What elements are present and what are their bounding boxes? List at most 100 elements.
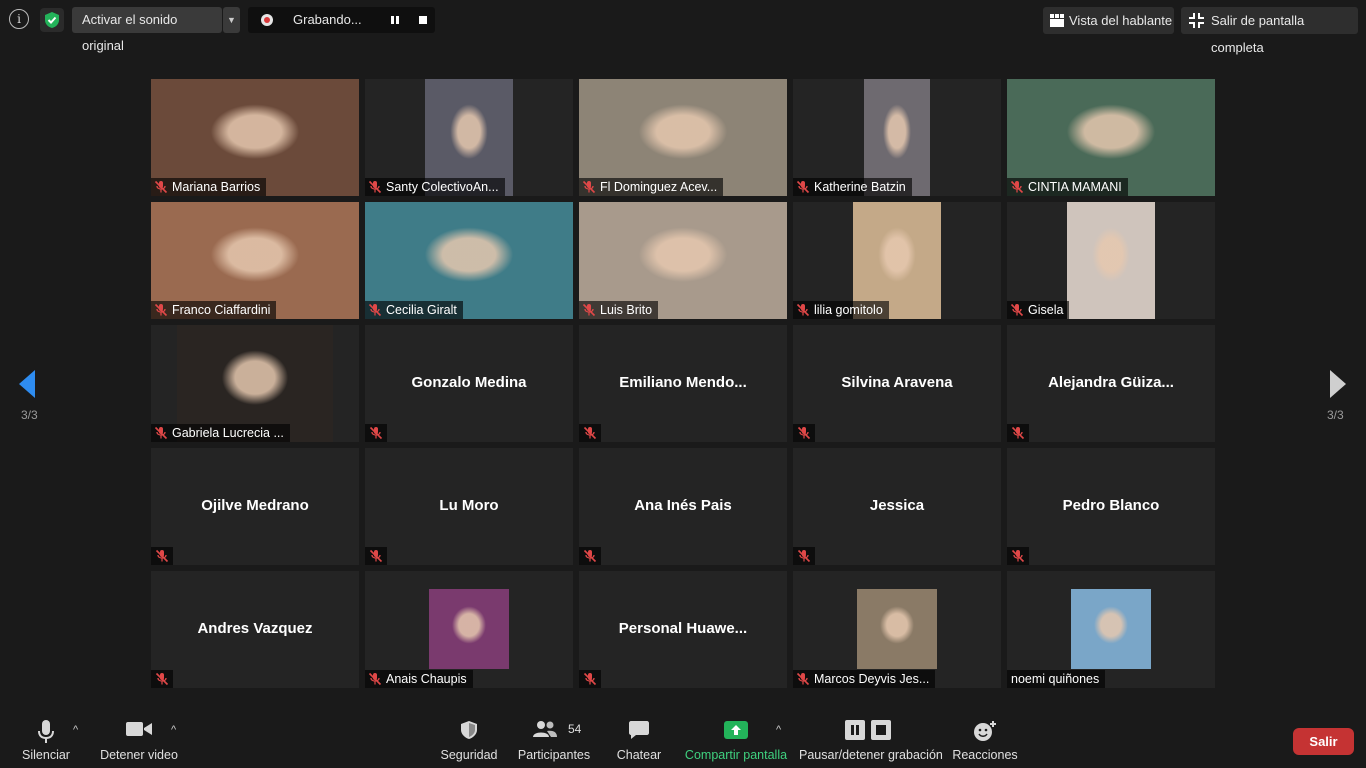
participant-tile[interactable]: Marcos Deyvis Jes... bbox=[793, 571, 1001, 688]
participant-nametag: Cecilia Giralt bbox=[365, 301, 463, 319]
participant-tile[interactable]: Katherine Batzin bbox=[793, 79, 1001, 196]
participant-tile[interactable]: Cecilia Giralt bbox=[365, 202, 573, 319]
participant-nametag: Santy ColectivoAn... bbox=[365, 178, 505, 196]
microphone-muted-icon bbox=[368, 672, 382, 686]
original-sound-button[interactable]: Activar el sonido original bbox=[72, 7, 222, 53]
participant-nametag: Franco Ciaffardini bbox=[151, 301, 277, 319]
participants-label: Participantes bbox=[517, 748, 591, 762]
participant-tile[interactable]: Gisela bbox=[1007, 202, 1215, 319]
chat-button[interactable]: Chatear bbox=[612, 712, 666, 768]
share-screen-label: Compartir pantalla bbox=[684, 748, 788, 762]
participant-tile[interactable]: Santy ColectivoAn... bbox=[365, 79, 573, 196]
participant-nametag: Katherine Batzin bbox=[793, 178, 912, 196]
participant-tile[interactable]: lilia gomitolo bbox=[793, 202, 1001, 319]
participant-name-label: Gabriela Lucrecia ... bbox=[172, 426, 284, 440]
participant-nametag: Gabriela Lucrecia ... bbox=[151, 424, 290, 442]
participant-tile[interactable]: Alejandra Güiza... bbox=[1007, 325, 1215, 442]
video-options-caret[interactable]: ^ bbox=[171, 724, 176, 736]
participant-tile[interactable]: Mariana Barrios bbox=[151, 79, 359, 196]
participant-nametag: Marcos Deyvis Jes... bbox=[793, 670, 936, 688]
participant-tile[interactable]: Fl Dominguez Acev... bbox=[579, 79, 787, 196]
participant-tile[interactable]: noemi quiñones bbox=[1007, 571, 1215, 688]
mute-button[interactable]: Silenciar bbox=[14, 712, 78, 768]
participant-name-label: Gisela bbox=[1028, 303, 1064, 317]
participant-tile[interactable]: Pedro Blanco bbox=[1007, 448, 1215, 565]
exit-fullscreen-label: Salir de pantalla completa bbox=[1211, 13, 1305, 55]
recording-dot-icon bbox=[261, 14, 273, 26]
speaker-view-button[interactable]: Vista del hablante bbox=[1043, 7, 1174, 34]
participant-video bbox=[857, 589, 937, 669]
participant-video bbox=[429, 589, 509, 669]
muted-indicator bbox=[1007, 547, 1029, 565]
microphone-muted-icon bbox=[1010, 180, 1024, 194]
participants-icon bbox=[532, 721, 557, 737]
participant-name-label: Marcos Deyvis Jes... bbox=[814, 672, 930, 686]
participant-tile[interactable]: Gabriela Lucrecia ... bbox=[151, 325, 359, 442]
participant-tile[interactable]: Emiliano Mendo... bbox=[579, 325, 787, 442]
info-icon[interactable]: i bbox=[9, 9, 29, 29]
microphone-muted-icon bbox=[583, 672, 597, 686]
microphone-muted-icon bbox=[796, 180, 810, 194]
participant-tile[interactable]: CINTIA MAMANI bbox=[1007, 79, 1215, 196]
microphone-muted-icon bbox=[368, 180, 382, 194]
reactions-button[interactable]: Reacciones bbox=[952, 712, 1018, 768]
page-indicator-right: 3/3 bbox=[1327, 408, 1344, 422]
share-screen-button[interactable]: Compartir pantalla bbox=[684, 712, 788, 768]
chevron-up-icon: ^ bbox=[776, 724, 782, 736]
next-page-arrow-icon[interactable] bbox=[1326, 368, 1348, 400]
participant-tile[interactable]: Ana Inés Pais bbox=[579, 448, 787, 565]
participant-nametag: Gisela bbox=[1007, 301, 1070, 319]
participant-nametag: Fl Dominguez Acev... bbox=[579, 178, 724, 196]
participant-tile[interactable]: Anais Chaupis bbox=[365, 571, 573, 688]
participant-nametag: Luis Brito bbox=[579, 301, 659, 319]
security-button[interactable]: Seguridad bbox=[439, 712, 499, 768]
microphone-muted-icon bbox=[583, 549, 597, 563]
pause-recording-button[interactable] bbox=[386, 11, 404, 29]
stop-video-button[interactable]: Detener video bbox=[98, 712, 180, 768]
participant-tile[interactable]: Silvina Aravena bbox=[793, 325, 1001, 442]
participant-tile[interactable]: Andres Vazquez bbox=[151, 571, 359, 688]
top-bar: i Activar el sonido original ▼ Grabando.… bbox=[0, 0, 1366, 55]
microphone-muted-icon bbox=[1011, 426, 1025, 440]
exit-fullscreen-button[interactable]: Salir de pantalla completa bbox=[1181, 7, 1358, 55]
muted-indicator bbox=[151, 670, 173, 688]
original-sound-dropdown[interactable]: ▼ bbox=[223, 7, 240, 33]
microphone-muted-icon bbox=[796, 303, 810, 317]
participant-name: Ojilve Medrano bbox=[201, 497, 309, 514]
security-shield-button[interactable] bbox=[40, 8, 64, 32]
share-options-caret[interactable]: ^ bbox=[776, 724, 781, 736]
chat-bubble-icon bbox=[629, 721, 649, 739]
pause-stop-recording-icon bbox=[845, 720, 891, 740]
microphone-muted-icon bbox=[369, 549, 383, 563]
participant-nametag: Anais Chaupis bbox=[365, 670, 473, 688]
stop-video-label: Detener video bbox=[100, 748, 178, 762]
participant-nametag: noemi quiñones bbox=[1007, 670, 1106, 688]
participant-tile[interactable]: Franco Ciaffardini bbox=[151, 202, 359, 319]
audio-options-caret[interactable]: ^ bbox=[73, 724, 78, 736]
muted-indicator bbox=[1007, 424, 1029, 442]
participants-button[interactable]: 54 Participantes bbox=[516, 712, 592, 768]
muted-indicator bbox=[365, 547, 387, 565]
participant-tile[interactable]: Ojilve Medrano bbox=[151, 448, 359, 565]
participant-tile[interactable]: Personal Huawe... bbox=[579, 571, 787, 688]
microphone-muted-icon bbox=[154, 426, 168, 440]
participant-name-label: Mariana Barrios bbox=[172, 180, 261, 194]
stop-recording-button[interactable] bbox=[414, 11, 432, 29]
exit-fullscreen-icon bbox=[1189, 13, 1204, 28]
participant-name: Emiliano Mendo... bbox=[619, 374, 747, 391]
speaker-view-label: Vista del hablante bbox=[1069, 13, 1173, 28]
participant-name: Alejandra Güiza... bbox=[1048, 374, 1174, 391]
pause-stop-recording-button[interactable]: Pausar/detener grabación bbox=[799, 712, 943, 768]
microphone-muted-icon bbox=[797, 426, 811, 440]
participant-tile[interactable]: Jessica bbox=[793, 448, 1001, 565]
previous-page-arrow-icon[interactable] bbox=[17, 368, 39, 400]
shield-icon bbox=[461, 721, 477, 739]
leave-meeting-button[interactable]: Salir bbox=[1293, 728, 1354, 755]
participant-tile[interactable]: Gonzalo Medina bbox=[365, 325, 573, 442]
participant-tile[interactable]: Luis Brito bbox=[579, 202, 787, 319]
muted-indicator bbox=[579, 670, 601, 688]
participant-tile[interactable]: Lu Moro bbox=[365, 448, 573, 565]
muted-indicator bbox=[793, 424, 815, 442]
microphone-muted-icon bbox=[582, 180, 596, 194]
participant-name-label: Cecilia Giralt bbox=[386, 303, 457, 317]
